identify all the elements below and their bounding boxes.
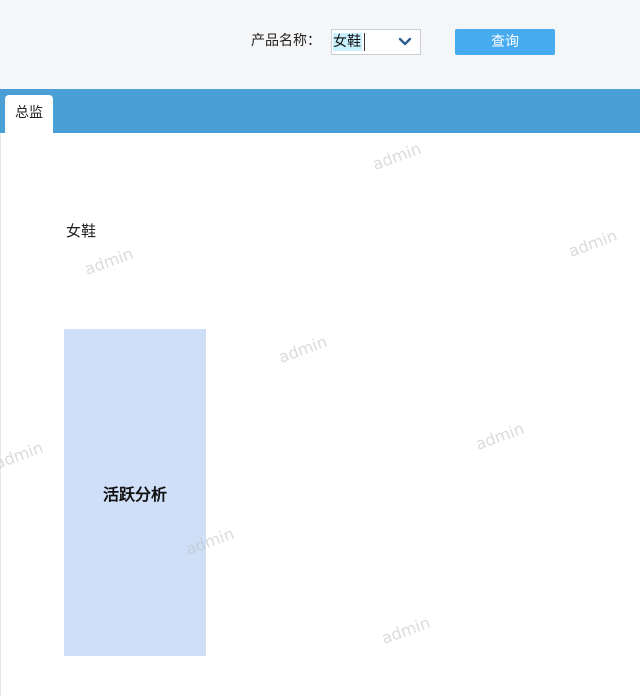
product-select[interactable]: 女鞋 [331,29,421,55]
selected-product-title: 女鞋 [66,222,97,240]
activity-analysis-label: 活跃分析 [102,484,167,504]
product-name-label: 产品名称： [251,33,321,49]
tab-director[interactable]: 总监 [5,95,53,133]
product-select-value: 女鞋 [333,33,362,51]
query-bar: 产品名称： 女鞋 查询 [0,0,640,89]
chevron-down-icon[interactable] [398,36,412,48]
main-content: 女鞋 活跃分析 [0,133,640,696]
query-button[interactable]: 查询 [455,29,555,55]
text-caret [364,33,365,51]
activity-analysis-card[interactable]: 活跃分析 [64,329,206,656]
tab-strip: 总监 [0,89,640,133]
